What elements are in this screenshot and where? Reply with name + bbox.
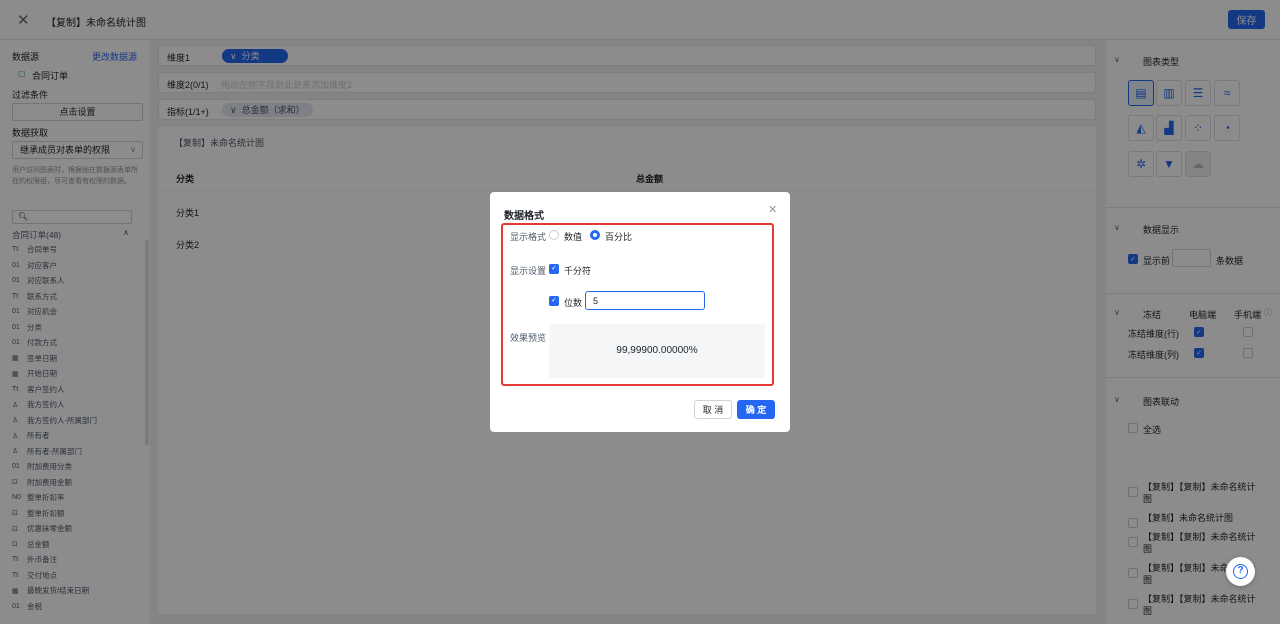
dialog-title: 数据格式 [504, 211, 544, 222]
setting-label: 显示设置 [510, 266, 547, 276]
preview-label: 效果预览 [510, 333, 547, 343]
help-button[interactable]: ? [1226, 557, 1255, 586]
cancel-button[interactable]: 取 消 [694, 400, 732, 419]
help-icon: ? [1233, 564, 1248, 579]
data-format-dialog: 数据格式 ✕ 显示格式 数值 百分比 显示设置 ✓ 千分符 ✓ 位数 效果预览 … [490, 192, 790, 432]
thousands-checkbox[interactable]: ✓ [549, 264, 559, 274]
digits-label: 位数 [564, 298, 583, 308]
thousands-label: 千分符 [564, 266, 592, 276]
confirm-button[interactable]: 确 定 [737, 400, 775, 419]
number-option-label: 数值 [564, 232, 583, 242]
percent-option-label: 百分比 [605, 232, 633, 242]
format-label: 显示格式 [510, 232, 547, 242]
digits-input[interactable] [585, 291, 705, 310]
preview-value: 99,99900.00000% [549, 324, 765, 378]
number-radio[interactable] [549, 230, 559, 240]
close-icon[interactable]: ✕ [768, 203, 777, 216]
percent-radio[interactable] [590, 230, 600, 240]
digits-checkbox[interactable]: ✓ [549, 296, 559, 306]
